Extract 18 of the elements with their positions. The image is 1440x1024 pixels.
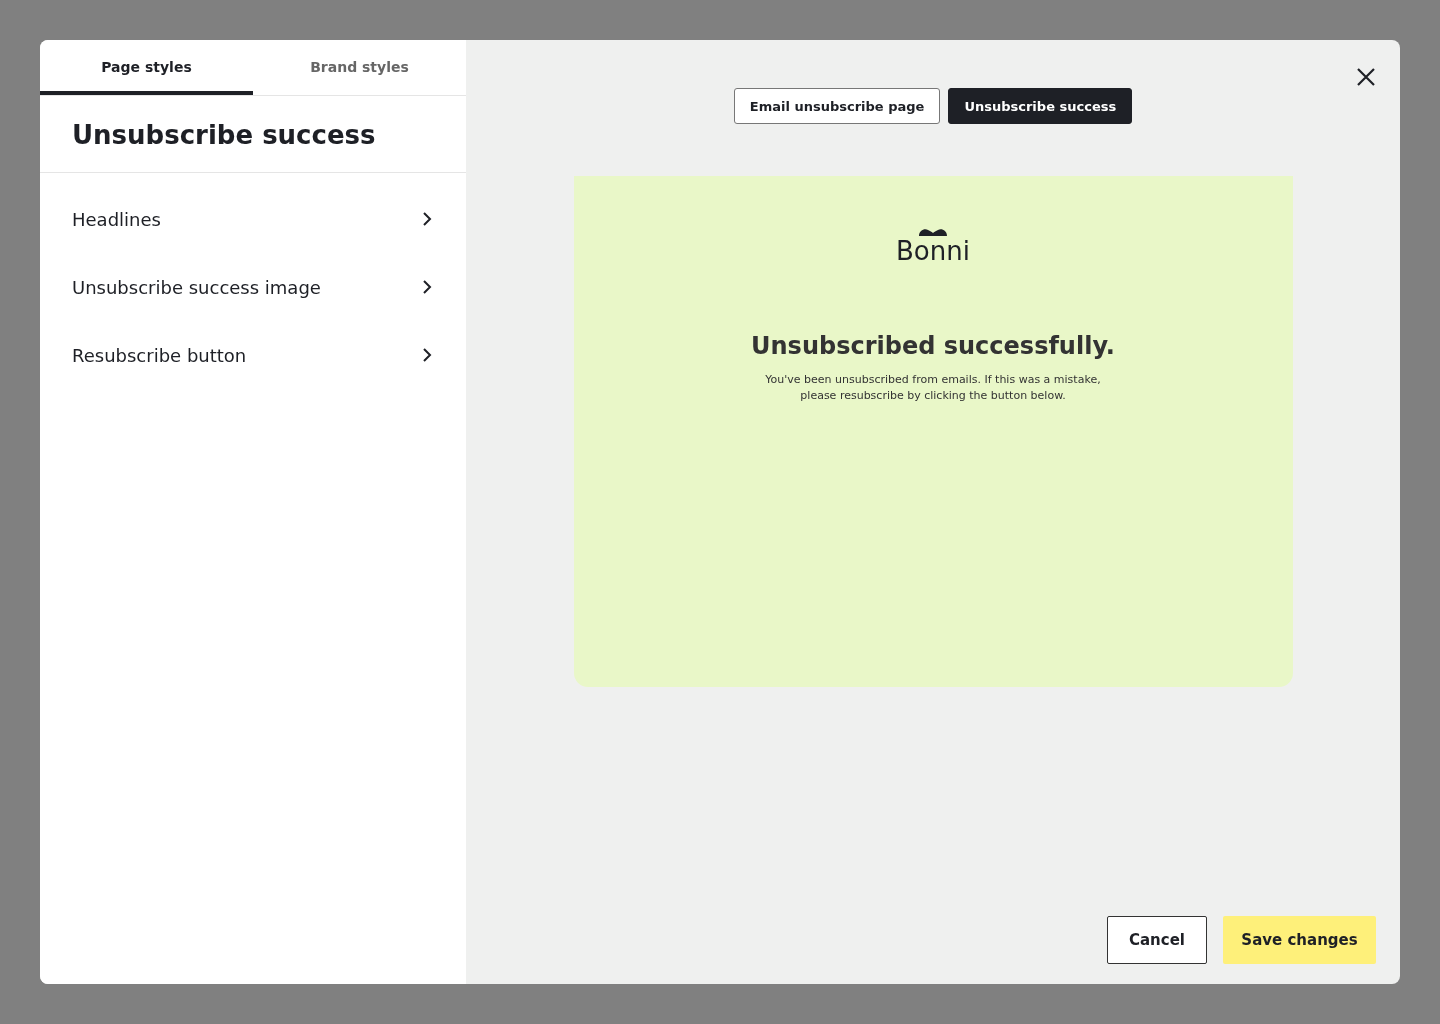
tab[interactable]: Page styles [40,40,253,95]
close-icon[interactable] [1356,67,1376,87]
brand-name: Bonni [896,236,970,266]
panel-title: Unsubscribe success [40,96,466,173]
settings-row[interactable]: Unsubscribe success image [40,253,466,321]
preview-message: You've been unsubscribed from emails. If this was a mistake, please resubscribe by clicking the button below. [764,372,1102,404]
preview-heading: Unsubscribed successfully. [751,332,1115,360]
chevron-right-icon [422,279,432,295]
logo-icon [919,228,947,236]
view-toggle-button[interactable]: Email unsubscribe page [733,88,941,124]
settings-row[interactable]: Headlines [40,185,466,253]
view-toggle-button[interactable]: Unsubscribe success [948,88,1133,124]
chevron-right-icon [422,211,432,227]
tab[interactable]: Brand styles [253,40,466,95]
chevron-right-icon [422,347,432,363]
cancel-button[interactable]: Cancel [1107,916,1207,964]
save-button[interactable]: Save changes [1223,916,1376,964]
settings-row[interactable]: Resubscribe button [40,321,466,389]
